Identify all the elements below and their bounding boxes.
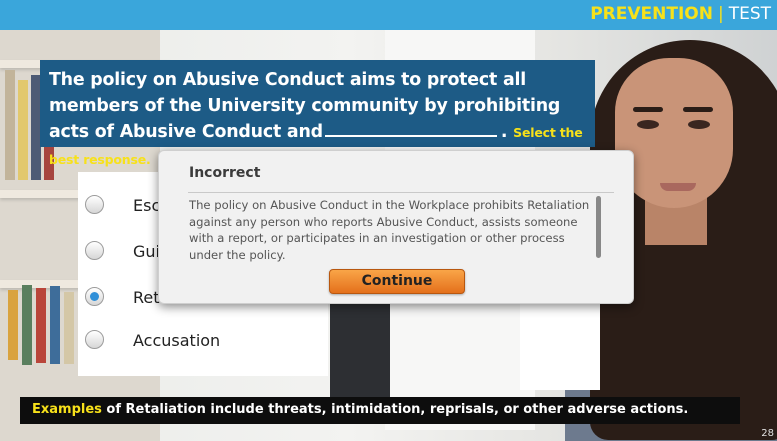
continue-button[interactable]: Continue — [329, 269, 465, 294]
book — [22, 285, 32, 365]
feedback-scrollbar[interactable] — [596, 196, 601, 258]
section-title-sub: TEST — [728, 4, 771, 24]
caption-text: Examples of Retaliation include threats,… — [32, 402, 688, 417]
feedback-dialog: Incorrect The policy on Abusive Conduct … — [158, 150, 634, 304]
book — [18, 80, 28, 180]
mouth — [660, 183, 696, 191]
eyebrow — [633, 107, 663, 112]
answer-option-4[interactable]: Accusation — [78, 321, 328, 361]
caption-keyword: Examples — [32, 402, 102, 417]
question-banner: The policy on Abusive Conduct aims to pr… — [40, 60, 595, 167]
caption-bar: Examples of Retaliation include threats,… — [20, 397, 740, 424]
divider — [188, 192, 614, 193]
answer-label: Gui — [133, 242, 160, 261]
answer-label: Accusation — [133, 331, 221, 350]
eyebrow — [683, 107, 713, 112]
section-title-separator: | — [717, 4, 724, 24]
book — [36, 288, 46, 363]
section-title-main: PREVENTION — [590, 4, 713, 24]
answer-label: Ret — [133, 288, 160, 307]
question-period: . — [500, 122, 508, 142]
top-bar: PREVENTION | TEST — [0, 0, 777, 30]
answer-blank — [324, 119, 497, 137]
radio-button-selected[interactable] — [85, 287, 104, 306]
book — [50, 286, 60, 364]
book — [8, 290, 18, 360]
section-title: PREVENTION | TEST — [590, 4, 771, 24]
answer-label: Esc — [133, 196, 161, 215]
eye — [688, 120, 710, 129]
eye — [637, 120, 659, 129]
page-number: 28 — [761, 428, 774, 439]
feedback-title: Incorrect — [189, 165, 261, 181]
book — [5, 70, 15, 180]
radio-button[interactable] — [85, 330, 104, 349]
caption-body: of Retaliation include threats, intimida… — [101, 402, 689, 417]
radio-button[interactable] — [85, 241, 104, 260]
slide: PREVENTION | TEST The policy on Abusive Co… — [0, 0, 777, 441]
radio-button[interactable] — [85, 195, 104, 214]
feedback-body: The policy on Abusive Conduct in the Wor… — [189, 198, 590, 262]
held-card — [520, 300, 600, 390]
book — [64, 292, 74, 364]
